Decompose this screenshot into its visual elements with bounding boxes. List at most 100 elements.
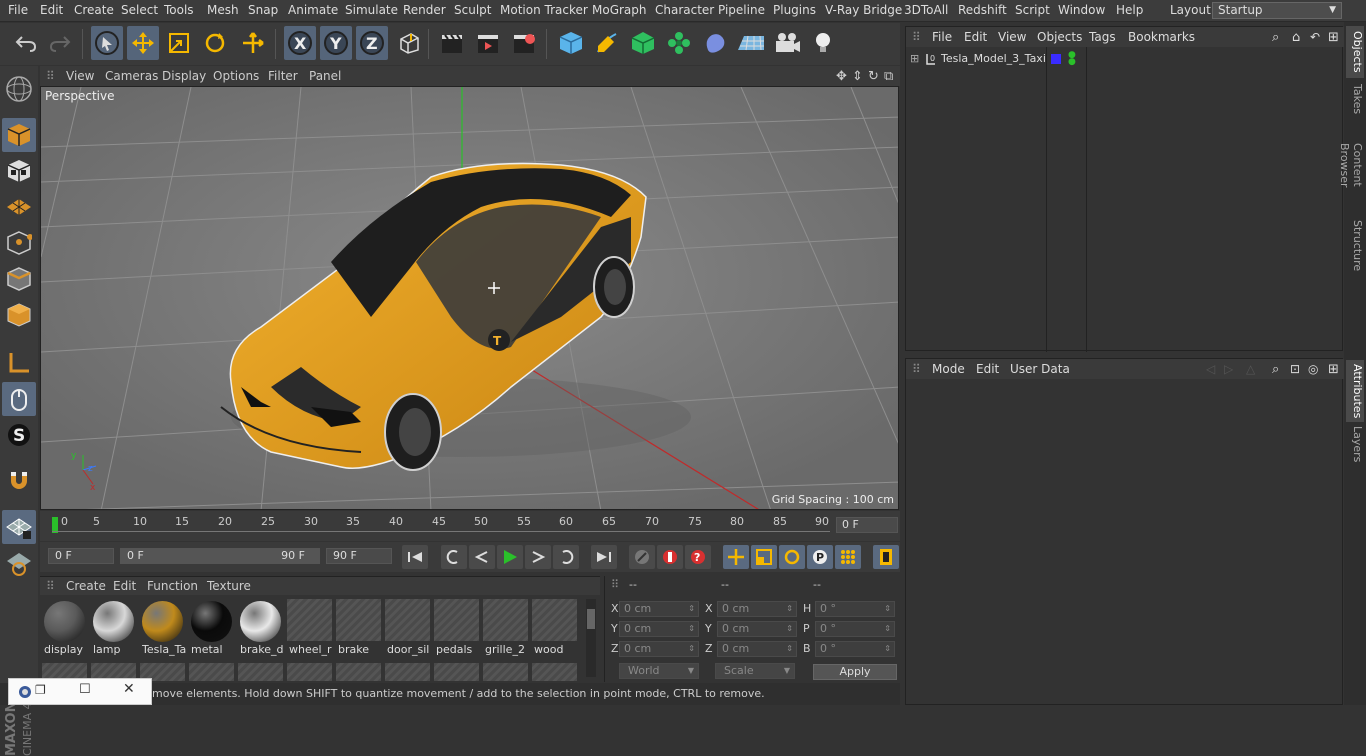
attribute-menu-user-data[interactable]: User Data	[1010, 362, 1070, 376]
coord-value-field[interactable]: 0 °⇕	[815, 601, 895, 617]
menu-help[interactable]: Help	[1116, 3, 1143, 17]
material-menu-create[interactable]: Create	[66, 579, 106, 593]
coord-value-field[interactable]: 0 cm⇕	[717, 621, 797, 637]
tweak-mode-button[interactable]	[2, 382, 36, 416]
menu-motion-tracker[interactable]: Motion Tracker	[500, 3, 588, 17]
viewport-menu-panel[interactable]: Panel	[309, 69, 341, 83]
menu-vray-bridge[interactable]: V-Ray Bridge	[825, 3, 902, 17]
rotate-view-icon[interactable]: ↻	[868, 69, 879, 84]
edges-mode-button[interactable]	[2, 262, 36, 296]
model-mode-button[interactable]	[2, 118, 36, 152]
undo-button[interactable]	[10, 26, 42, 60]
record-keys-button[interactable]	[629, 545, 655, 569]
home-icon[interactable]: ⌂	[1292, 30, 1300, 45]
menu-3dtoall[interactable]: 3DToAll	[904, 3, 948, 17]
tab-objects[interactable]: Objects	[1346, 26, 1364, 78]
axis-mode-button[interactable]	[2, 346, 36, 380]
cube-button[interactable]	[555, 26, 587, 60]
grid-lock-button[interactable]	[2, 510, 36, 544]
render-view-button[interactable]	[436, 26, 468, 60]
restore-icon[interactable]: ❐	[35, 683, 46, 697]
camera-button[interactable]	[771, 26, 803, 60]
keyframe-selection-button[interactable]: ?	[685, 545, 711, 569]
menu-animate[interactable]: Animate	[288, 3, 338, 17]
spinner-arrows-icon[interactable]: ⇕	[884, 602, 891, 616]
transform-tool[interactable]	[237, 26, 269, 60]
render-settings-button[interactable]	[508, 26, 540, 60]
material-item[interactable]: lamp	[91, 599, 136, 659]
menu-tools[interactable]: Tools	[164, 3, 194, 17]
floor-button[interactable]	[735, 26, 767, 60]
material-item[interactable]: pedals	[434, 599, 479, 659]
layout-dropdown[interactable]: Startup▼	[1212, 2, 1342, 19]
spinner-arrows-icon[interactable]: ⇕	[884, 622, 891, 636]
workplane-lock-button[interactable]	[2, 546, 36, 580]
forward-arrow-icon[interactable]: ▷	[1224, 362, 1233, 376]
tab-takes[interactable]: Takes	[1346, 82, 1364, 116]
parameter-key-button[interactable]: P	[807, 545, 833, 569]
tab-structure[interactable]: Structure	[1346, 220, 1364, 272]
material-menu-edit[interactable]: Edit	[113, 579, 136, 593]
maximize-icon[interactable]: ☐	[79, 682, 91, 697]
coord-value-field[interactable]: 0 cm⇕	[717, 601, 797, 617]
material-menu-function[interactable]: Function	[147, 579, 198, 593]
material-item[interactable]	[532, 663, 577, 681]
point-level-key-button[interactable]	[835, 545, 861, 569]
cloner-button[interactable]	[663, 26, 695, 60]
material-item[interactable]: wood	[532, 599, 577, 659]
viewport-menu-cameras[interactable]: Cameras	[105, 69, 158, 83]
pen-spline-button[interactable]	[591, 26, 623, 60]
next-frame-button[interactable]	[525, 545, 551, 569]
drag-handle-icon[interactable]: ⠿	[912, 362, 921, 376]
menu-file[interactable]: File	[8, 3, 28, 17]
viewport-name-label[interactable]: Perspective	[45, 89, 115, 103]
position-key-button[interactable]	[723, 545, 749, 569]
menu-simulate[interactable]: Simulate	[345, 3, 398, 17]
material-item[interactable]: display	[42, 599, 87, 659]
scale-tool[interactable]	[163, 26, 195, 60]
magnet-button[interactable]	[2, 464, 36, 498]
menu-edit[interactable]: Edit	[40, 3, 63, 17]
coord-value-field[interactable]: 0 cm⇕	[619, 621, 699, 637]
menu-window[interactable]: Window	[1058, 3, 1105, 17]
apply-button[interactable]: Apply	[813, 664, 897, 680]
material-item[interactable]: Tesla_Ta	[140, 599, 185, 659]
maximize-view-icon[interactable]: ⧉	[884, 69, 893, 84]
rotation-key-button[interactable]	[779, 545, 805, 569]
tab-layers[interactable]: Layers	[1346, 426, 1364, 462]
search-icon[interactable]: ⌕	[1272, 30, 1279, 45]
coord-value-field[interactable]: 0 °⇕	[815, 641, 895, 657]
end-frame-field[interactable]: 90 F	[326, 548, 392, 564]
timeline-window-button[interactable]	[873, 545, 899, 569]
material-item[interactable]: wheel_r	[287, 599, 332, 659]
viewport-menu-filter[interactable]: Filter	[268, 69, 298, 83]
coordinate-mode-dropdown[interactable]: World▼	[619, 663, 699, 679]
drag-handle-icon[interactable]: ⠿	[46, 69, 55, 83]
material-item[interactable]: grille_2	[483, 599, 528, 659]
frame-range-slider[interactable]: 0 F 90 F	[120, 548, 320, 564]
make-editable-button[interactable]	[2, 72, 36, 106]
go-to-end-button[interactable]	[591, 545, 617, 569]
object-menu-edit[interactable]: Edit	[964, 30, 987, 44]
attribute-menu-mode[interactable]: Mode	[932, 362, 965, 376]
subdivision-button[interactable]	[627, 26, 659, 60]
deformer-button[interactable]	[699, 26, 731, 60]
material-item[interactable]	[238, 663, 283, 681]
next-key-button[interactable]	[553, 545, 579, 569]
object-menu-file[interactable]: File	[932, 30, 952, 44]
drag-handle-icon[interactable]: ⠿	[46, 579, 55, 593]
coord-value-field[interactable]: 0 cm⇕	[717, 641, 797, 657]
spinner-arrows-icon[interactable]: ⇕	[786, 602, 793, 616]
light-button[interactable]	[807, 26, 839, 60]
back-arrow-icon[interactable]: ◁	[1206, 362, 1215, 376]
polygons-mode-button[interactable]	[2, 298, 36, 332]
new-window-icon[interactable]: ⊞	[1328, 362, 1339, 377]
coord-value-field[interactable]: 0 °⇕	[815, 621, 895, 637]
y-axis-lock[interactable]: Y	[320, 26, 352, 60]
play-button[interactable]	[497, 545, 523, 569]
object-name[interactable]: Tesla_Model_3_Taxi	[941, 52, 1046, 65]
material-item[interactable]: brake	[336, 599, 381, 659]
live-selection-tool[interactable]	[91, 26, 123, 60]
move-tool[interactable]	[127, 26, 159, 60]
material-item[interactable]	[483, 663, 528, 681]
